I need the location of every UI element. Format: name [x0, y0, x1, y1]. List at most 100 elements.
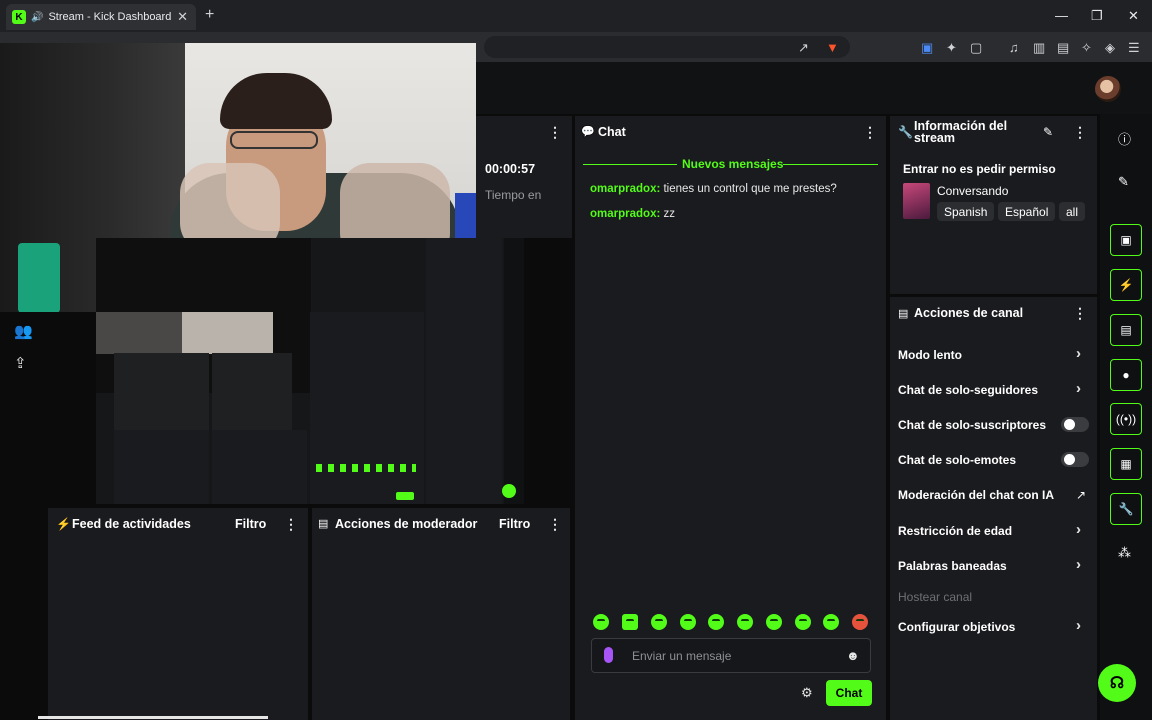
pencil-icon[interactable]: ✎	[1118, 174, 1129, 190]
chat-input-placeholder: Enviar un mensaje	[632, 649, 732, 663]
banned-words-item[interactable]: Palabras baneadas	[898, 559, 1007, 573]
chevron-right-icon[interactable]: ›	[1076, 345, 1081, 362]
chat-bubble-icon: 💬	[581, 126, 595, 138]
lightning-icon: ⚡	[56, 517, 71, 531]
mod-actions-title: Acciones de moderador	[335, 517, 478, 531]
chat-input[interactable]: Enviar un mensaje ☻	[591, 638, 871, 673]
maximize-button[interactable]: ❐	[1091, 8, 1103, 24]
rail-mod-actions-button[interactable]: ▤	[1110, 314, 1142, 346]
info-icon[interactable]: ⓘ	[1118, 129, 1131, 148]
rail-stream-info-button[interactable]: 🔧	[1110, 493, 1142, 525]
category-name[interactable]: Conversando	[937, 184, 1008, 198]
user-avatar[interactable]	[1095, 76, 1121, 102]
extensions-icon[interactable]: ✦	[946, 40, 957, 56]
wallet-icon[interactable]: ▤	[1057, 40, 1069, 56]
category-thumbnail[interactable]	[903, 183, 930, 219]
uptime-value: 00:00:57	[485, 162, 536, 176]
chat-username[interactable]: omarpradox:	[590, 183, 660, 195]
rail-broadcast-button[interactable]: ((•))	[1110, 403, 1142, 435]
chat-message: omarpradox: zz	[590, 208, 675, 220]
server-icon: ▤	[898, 308, 909, 320]
mod-actions-panel: ▤ Acciones de moderador Filtro ⋮	[312, 508, 570, 720]
mod-menu-icon[interactable]: ⋮	[548, 516, 562, 533]
upload-icon[interactable]: ⇪	[14, 354, 27, 372]
age-restriction-item[interactable]: Restricción de edad	[898, 524, 1012, 538]
rail-channel-actions-button[interactable]: ▦	[1110, 448, 1142, 480]
stream-tag[interactable]: Español	[998, 202, 1056, 221]
new-tab-button[interactable]: +	[205, 6, 214, 24]
emotes-only-toggle[interactable]	[1061, 452, 1089, 467]
edit-pencil-icon[interactable]: ✎	[1043, 125, 1053, 139]
minimize-button[interactable]: —	[1055, 8, 1068, 23]
chevron-right-icon[interactable]: ›	[1076, 617, 1081, 634]
ai-moderation-item[interactable]: Moderación del chat con IA	[898, 488, 1054, 502]
leo-icon[interactable]: ✧	[1081, 40, 1092, 56]
emote-icon[interactable]	[737, 614, 753, 630]
emote-icon[interactable]	[651, 614, 667, 630]
tab-close-icon[interactable]: ✕	[177, 9, 188, 25]
share-icon[interactable]: ↗	[798, 40, 809, 56]
support-button[interactable]: ☊	[1098, 664, 1136, 702]
chevron-right-icon[interactable]: ›	[1076, 556, 1081, 573]
chat-menu-icon[interactable]: ⋮	[863, 124, 877, 141]
activity-menu-icon[interactable]: ⋮	[284, 516, 298, 533]
slow-mode-item[interactable]: Modo lento	[898, 348, 962, 362]
channel-actions-title: Acciones de canal	[914, 306, 1024, 320]
rail-activity-button[interactable]: ⚡	[1110, 269, 1142, 301]
headset-icon: ☊	[1109, 675, 1125, 692]
translate-icon[interactable]: ▣	[921, 40, 933, 56]
stats-menu-icon[interactable]: ⋮	[548, 124, 562, 141]
emote-icon[interactable]	[680, 614, 696, 630]
external-link-icon[interactable]: ↗	[1076, 488, 1086, 502]
send-chat-button[interactable]: Chat	[826, 680, 872, 706]
channel-actions-menu-icon[interactable]: ⋮	[1073, 305, 1087, 322]
clipboard-icon: ▤	[318, 518, 329, 530]
brave-shield-icon[interactable]: ▼	[826, 40, 839, 55]
new-messages-line-right	[783, 164, 878, 165]
wrench-icon: 🔧	[898, 125, 913, 139]
stream-info-menu-icon[interactable]: ⋮	[1073, 124, 1087, 141]
browser-menu-icon[interactable]: ☰	[1128, 40, 1140, 56]
chat-panel: 💬 Chat ⋮ Nuevos mensajes omarpradox: tie…	[575, 116, 886, 720]
close-window-button[interactable]: ✕	[1128, 8, 1139, 24]
stream-info-panel: 🔧 Información del stream ✎ ⋮ Entrar no e…	[890, 116, 1097, 294]
activity-filter-button[interactable]: Filtro	[235, 517, 266, 531]
media-icon[interactable]: ♫	[1009, 40, 1019, 55]
configure-goals-item[interactable]: Configurar objetivos	[898, 620, 1015, 634]
emote-icon[interactable]	[823, 614, 839, 630]
emote-icon[interactable]	[852, 614, 868, 630]
rail-chat-button[interactable]: ●	[1110, 359, 1142, 391]
add-widget-icon[interactable]: ⁂	[1118, 545, 1131, 561]
emote-icon[interactable]	[622, 614, 638, 630]
followers-only-item[interactable]: Chat de solo-seguidores	[898, 383, 1038, 397]
microphone-icon[interactable]	[604, 647, 613, 663]
chat-username[interactable]: omarpradox:	[590, 208, 660, 220]
chevron-right-icon[interactable]: ›	[1076, 380, 1081, 397]
chat-settings-icon[interactable]: ⚙	[801, 685, 813, 701]
scroll-indicator[interactable]	[38, 716, 268, 719]
emote-icon[interactable]	[708, 614, 724, 630]
uptime-label: Tiempo en	[485, 188, 542, 202]
host-channel-item: Hostear canal	[898, 590, 973, 604]
wrench-icon: 🔧	[1118, 502, 1134, 516]
emoji-picker-icon[interactable]: ☻	[846, 648, 860, 663]
new-messages-line-left	[583, 164, 677, 165]
sidebar-icon[interactable]: ▥	[1033, 40, 1045, 56]
browser-tab[interactable]: K 🔊 Stream - Kick Dashboard ✕	[6, 4, 196, 30]
broadcast-icon: ((•))	[1115, 412, 1137, 426]
screenshot-icon[interactable]: ▢	[970, 40, 982, 56]
chevron-right-icon[interactable]: ›	[1076, 521, 1081, 538]
stream-tag[interactable]: Spanish	[937, 202, 995, 221]
new-messages-divider: Nuevos mensajes	[682, 157, 784, 171]
emote-icon[interactable]	[795, 614, 811, 630]
rail-stream-video-button[interactable]: ▣	[1110, 224, 1142, 256]
stream-title: Entrar no es pedir permiso	[903, 162, 1056, 176]
vpn-icon[interactable]: ◈	[1105, 40, 1115, 56]
emote-icon[interactable]	[593, 614, 609, 630]
address-bar[interactable]	[484, 36, 850, 58]
stream-tag[interactable]: all	[1059, 202, 1086, 221]
emote-icon[interactable]	[766, 614, 782, 630]
mod-filter-button[interactable]: Filtro	[499, 517, 530, 531]
subscribers-only-toggle[interactable]	[1061, 417, 1089, 432]
users-icon[interactable]: 👥	[14, 322, 33, 340]
